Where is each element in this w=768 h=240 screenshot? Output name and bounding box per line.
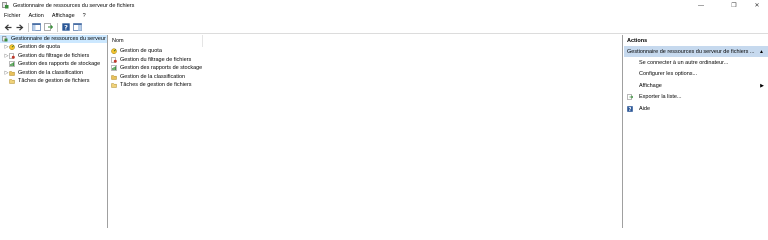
list-item[interactable]: Gestion de la classification (109, 73, 622, 82)
column-header-name[interactable]: Nom (109, 35, 203, 47)
close-button[interactable]: ✕ (746, 0, 768, 11)
tree-root-item[interactable]: Gestionnaire de ressources du serveur (0, 35, 107, 43)
list-header: Nom (109, 35, 622, 47)
list-item[interactable]: Gestion du filtrage de fichiers (109, 56, 622, 65)
quota-icon (9, 44, 15, 51)
restore-button[interactable]: ❐ (723, 0, 745, 11)
results-pane: Nom Gestion de quota Gestion du filtrage… (109, 35, 623, 228)
actions-pane: Actions Gestionnaire de ressources du se… (624, 35, 768, 228)
show-hide-tree-button[interactable] (32, 23, 41, 32)
tree-item-label: Tâches de gestion de fichiers (18, 78, 90, 85)
export-list-button[interactable] (44, 23, 53, 32)
action-label: Configurer les options... (639, 71, 698, 78)
action-label: Affichage (639, 82, 662, 89)
actions-header: Actions (627, 37, 648, 44)
menu-action[interactable]: Action (29, 13, 44, 19)
actions-section-label: Gestionnaire de ressources du serveur de… (627, 48, 755, 55)
storage-report-icon (111, 65, 117, 71)
server-app-icon (2, 2, 9, 9)
toolbar-separator (57, 22, 58, 32)
action-pane-icon (73, 23, 82, 31)
help-icon: ? (61, 23, 70, 32)
tree-item-classification[interactable]: ▷ Gestion de la classification (0, 69, 107, 78)
list-item-label: Gestion des rapports de stockage (120, 65, 203, 72)
menu-bar: Fichier Action Affichage ? (0, 11, 768, 21)
list-item-label: Gestion de quota (120, 48, 162, 55)
file-screen-icon (111, 57, 117, 63)
action-export-list[interactable]: Exporter la liste... (624, 92, 768, 104)
console-tree-icon (32, 23, 41, 31)
help-button[interactable]: ? (61, 23, 70, 32)
export-list-icon (44, 23, 53, 31)
list-item[interactable]: Gestion de quota (109, 47, 622, 56)
action-label: Exporter la liste... (639, 94, 682, 101)
tree-item-label: Gestion de la classification (18, 69, 84, 76)
action-label: Aide (639, 105, 651, 112)
svg-text:?: ? (64, 24, 68, 32)
tree-item-file-tasks[interactable]: Tâches de gestion de fichiers (0, 77, 107, 86)
action-view-submenu[interactable]: Affichage ▶ (624, 80, 768, 92)
minimize-button[interactable]: — (690, 0, 712, 11)
tree-item-label: Gestion des rapports de stockage (18, 61, 101, 68)
list-item-label: Gestion du filtrage de fichiers (120, 56, 192, 63)
actions-section-header[interactable]: Gestionnaire de ressources du serveur de… (624, 46, 768, 57)
list-item-label: Gestion de la classification (120, 73, 186, 80)
menu-affichage[interactable]: Affichage (52, 13, 75, 19)
back-button[interactable] (3, 23, 12, 32)
collapse-up-icon[interactable]: ▲ (759, 49, 764, 55)
storage-report-icon (9, 61, 15, 67)
console-tree: Gestionnaire de ressources du serveur ▷ … (0, 35, 108, 228)
list-item-label: Tâches de gestion de fichiers (120, 82, 192, 89)
menu-help[interactable]: ? (83, 13, 86, 19)
show-action-pane-button[interactable] (73, 23, 82, 32)
list-item[interactable]: Gestion des rapports de stockage (109, 64, 622, 73)
tree-item-file-screening[interactable]: ▷ Gestion du filtrage de fichiers (0, 52, 107, 61)
action-configure-options[interactable]: Configurer les options... (624, 69, 768, 81)
action-label: Se connecter à un autre ordinateur... (639, 59, 729, 66)
list-item[interactable]: Tâches de gestion de fichiers (109, 81, 622, 90)
action-connect-other-computer[interactable]: Se connecter à un autre ordinateur... (624, 57, 768, 69)
server-icon (2, 36, 8, 42)
file-screen-icon (9, 53, 15, 59)
export-icon (627, 94, 634, 100)
tree-item-storage-reports[interactable]: Gestion des rapports de stockage (0, 60, 107, 69)
svg-text:?: ? (629, 107, 632, 112)
file-task-icon (111, 82, 117, 88)
action-help[interactable]: ? Aide (624, 103, 768, 115)
tree-item-label: Gestion de quota (18, 44, 60, 51)
forward-button[interactable] (15, 23, 24, 32)
title-bar: Gestionnaire de ressources du serveur de… (0, 0, 768, 11)
help-icon: ? (627, 105, 633, 113)
classification-icon (111, 74, 117, 80)
toolbar-separator (28, 22, 29, 32)
tree-root-label: Gestionnaire de ressources du serveur (11, 36, 106, 42)
window-title: Gestionnaire de ressources du serveur de… (13, 2, 135, 9)
tree-item-quota[interactable]: ▷ Gestion de quota (0, 43, 107, 52)
file-task-icon (9, 78, 15, 84)
toolbar: ? (0, 21, 768, 34)
classification-icon (9, 70, 15, 76)
tree-item-label: Gestion du filtrage de fichiers (18, 52, 90, 59)
submenu-arrow-icon: ▶ (760, 82, 764, 89)
back-arrow-icon (4, 23, 11, 31)
menu-fichier[interactable]: Fichier (4, 13, 21, 19)
quota-icon (111, 48, 117, 55)
forward-arrow-icon (16, 23, 23, 31)
